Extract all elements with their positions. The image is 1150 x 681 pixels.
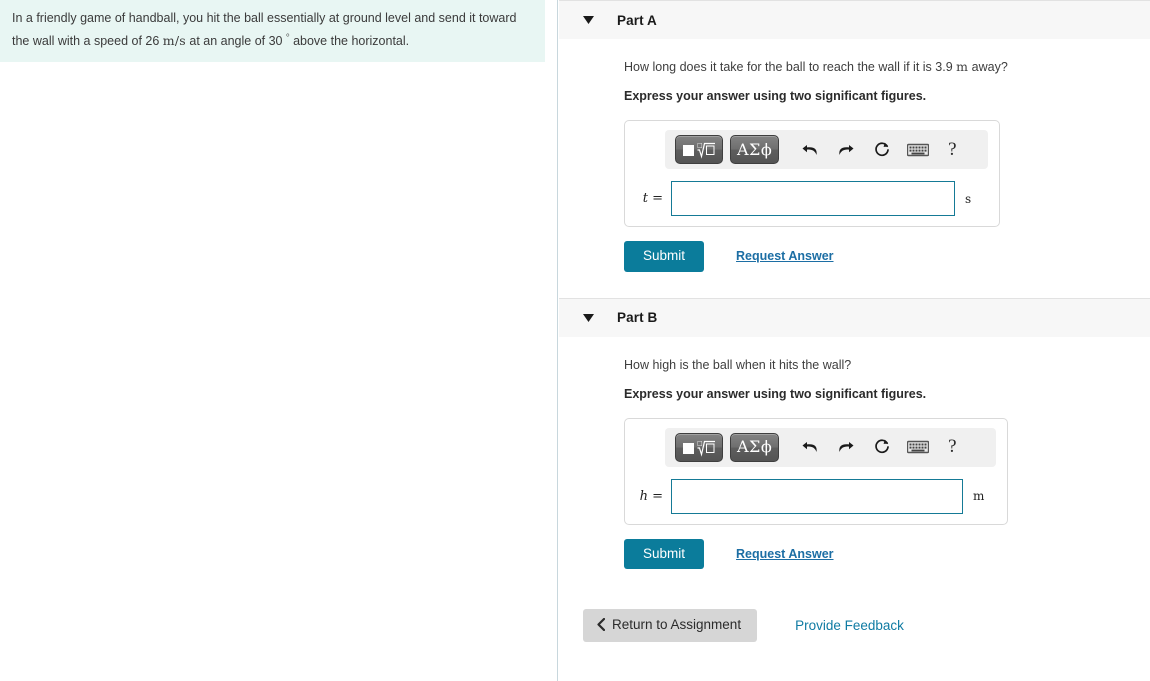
answer-pane: Part A How long does it take for the bal… <box>559 0 1150 681</box>
chevron-left-icon <box>597 618 605 632</box>
variable-label-a: t = <box>633 191 671 206</box>
question-text-a: How long does it take for the ball to re… <box>624 39 1150 76</box>
redo-icon-b[interactable] <box>831 433 861 462</box>
problem-text-part2: at an angle of 30 <box>185 34 286 49</box>
undo-icon-a[interactable] <box>795 135 825 164</box>
answer-input-row-b: h = m <box>633 478 999 514</box>
instruction-text-a: Express your answer using two significan… <box>624 89 927 103</box>
reset-icon-b[interactable] <box>867 433 897 462</box>
greek-letters-button-b[interactable]: ΑΣϕ <box>730 432 780 462</box>
part-title-b: Part B <box>617 310 658 325</box>
instruction-text-b: Express your answer using two significan… <box>624 386 927 401</box>
greek-letters-button-a[interactable]: ΑΣϕ <box>730 135 780 164</box>
submit-button-b[interactable]: Submit <box>624 538 705 569</box>
help-icon-b[interactable]: ? <box>939 433 965 462</box>
part-body-a: How long does it take for the ball to re… <box>559 39 1150 272</box>
answer-widget-b: □ ΑΣϕ ? h = m <box>624 417 1008 525</box>
answer-input-b[interactable] <box>671 478 963 514</box>
math-toolbar-b: □ ΑΣϕ ? <box>665 427 996 467</box>
page-root: In a friendly game of handball, you hit … <box>0 0 1150 681</box>
request-answer-link-a[interactable]: Request Answer <box>736 249 833 263</box>
question-text-a-post: away? <box>968 60 1008 74</box>
problem-pane: In a friendly game of handball, you hit … <box>0 0 558 681</box>
answer-input-row-a: t = s <box>633 181 991 216</box>
keyboard-icon-a[interactable] <box>903 135 933 164</box>
answer-input-a[interactable] <box>671 181 955 216</box>
help-icon-a[interactable]: ? <box>939 135 965 164</box>
equals-sign-b: = <box>647 488 663 504</box>
part-header-a[interactable]: Part A <box>559 0 1150 39</box>
math-toolbar-a: □ ΑΣϕ ? <box>665 130 988 169</box>
problem-text-part3: above the horizontal. <box>289 34 410 49</box>
part-header-b[interactable]: Part B <box>559 297 1150 337</box>
question-text-b: How high is the ball when it hits the wa… <box>624 337 1150 374</box>
redo-icon-a[interactable] <box>831 135 861 164</box>
unit-label-a: s <box>965 191 972 206</box>
keyboard-icon-b[interactable] <box>903 433 933 462</box>
variable-label-b: h = <box>633 489 671 504</box>
svg-text:□: □ <box>697 440 703 447</box>
math-template-button-a[interactable]: □ <box>675 135 723 164</box>
return-to-assignment-label: Return to Assignment <box>612 617 742 632</box>
variable-symbol-b: h <box>639 488 648 504</box>
return-to-assignment-button[interactable]: Return to Assignment <box>583 609 758 642</box>
math-template-button-b[interactable]: □ <box>675 432 723 462</box>
problem-speed-unit: m/s <box>162 33 186 49</box>
actions-row-b: Submit Request Answer <box>624 538 1150 569</box>
chevron-down-icon[interactable] <box>581 311 595 325</box>
provide-feedback-link[interactable]: Provide Feedback <box>795 618 904 633</box>
equals-sign-a: = <box>647 191 663 206</box>
question-unit-a: m <box>956 59 969 74</box>
problem-statement-text: In a friendly game of handball, you hit … <box>12 9 533 51</box>
part-body-b: How high is the ball when it hits the wa… <box>559 337 1150 569</box>
chevron-down-icon[interactable] <box>581 13 595 27</box>
problem-statement-box: In a friendly game of handball, you hit … <box>0 0 545 63</box>
question-text-a-pre: How long does it take for the ball to re… <box>624 60 957 74</box>
footer-navigation: Return to Assignment Provide Feedback <box>559 609 1150 642</box>
reset-icon-a[interactable] <box>867 135 897 164</box>
undo-icon-b[interactable] <box>795 433 825 462</box>
part-title-a: Part A <box>617 12 657 28</box>
actions-row-a: Submit Request Answer <box>624 241 1150 272</box>
unit-label-b: m <box>973 489 985 503</box>
question-text-b-pre: How high is the ball when it hits the wa… <box>624 357 852 372</box>
request-answer-link-b[interactable]: Request Answer <box>736 547 833 561</box>
svg-text:□: □ <box>697 142 703 149</box>
submit-button-a[interactable]: Submit <box>624 241 705 272</box>
answer-widget-a: □ ΑΣϕ ? t = s <box>624 120 1000 227</box>
